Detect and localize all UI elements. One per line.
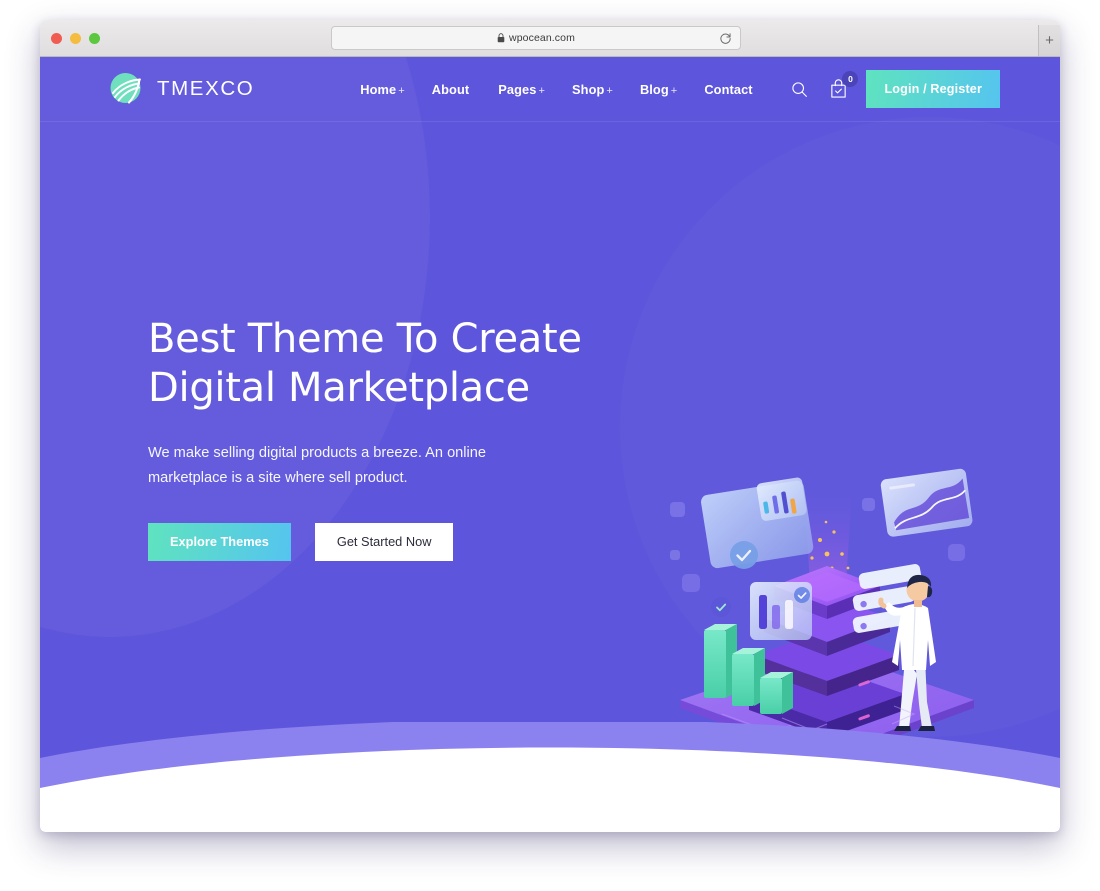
lock-icon	[497, 30, 505, 48]
shopping-bag-check-icon[interactable]: 0	[827, 71, 859, 100]
minimize-window-button[interactable]	[70, 33, 81, 44]
browser-titlebar: wpocean.com +	[40, 20, 1060, 57]
nav-label-contact: Contact	[704, 81, 753, 97]
nav-item-blog[interactable]: Blog +	[640, 82, 677, 97]
brand-logo[interactable]: TMEXCO	[108, 70, 254, 108]
hero-title: Best Theme To Create Digital Marketplace	[148, 315, 708, 413]
tmexco-swoosh-logo-icon	[108, 70, 146, 108]
nav-plus-blog: +	[670, 84, 678, 97]
nav-plus-shop: +	[606, 84, 613, 97]
brand-name: TMEXCO	[157, 77, 255, 100]
nav-label-pages: Pages	[498, 81, 537, 97]
address-bar[interactable]: wpocean.com	[331, 26, 741, 50]
browser-window: wpocean.com + TMEXCO Home + About Pages …	[40, 20, 1060, 832]
search-icon[interactable]	[788, 78, 810, 100]
nav-label-home: Home	[360, 81, 397, 97]
bottom-wave-decoration	[40, 719, 1060, 832]
cart-count-badge: 0	[842, 71, 859, 87]
nav-item-pages[interactable]: Pages +	[498, 82, 545, 97]
hero-subtitle: We make selling digital products a breez…	[148, 444, 487, 486]
nav-item-home[interactable]: Home +	[360, 82, 405, 97]
nav-plus-pages: +	[538, 84, 546, 97]
nav-plus-home: +	[398, 84, 405, 97]
explore-themes-button[interactable]: Explore Themes	[148, 522, 291, 561]
nav-label-about: About	[431, 81, 470, 97]
nav-label-shop: Shop	[572, 81, 605, 97]
main-menu: Home + About Pages + Shop + Blog + Contact	[360, 82, 752, 97]
url-text: wpocean.com	[509, 32, 575, 44]
webpage-viewport: TMEXCO Home + About Pages + Shop + Blog +	[40, 57, 1060, 832]
login-register-button[interactable]: Login / Register	[866, 70, 1000, 108]
reload-icon[interactable]	[719, 32, 732, 50]
hero-title-line2: Digital Marketplace	[148, 364, 530, 411]
nav-item-contact[interactable]: Contact	[704, 82, 752, 97]
get-started-now-button[interactable]: Get Started Now	[314, 522, 454, 561]
close-window-button[interactable]	[51, 33, 62, 44]
isometric-data-server-marketplace-illustration	[662, 462, 992, 762]
hero-title-line1: Best Theme To Create	[148, 316, 582, 362]
new-tab-button[interactable]: +	[1038, 25, 1060, 56]
maximize-window-button[interactable]	[89, 33, 100, 44]
nav-item-about[interactable]: About	[432, 82, 471, 97]
window-controls	[51, 33, 100, 44]
site-navbar: TMEXCO Home + About Pages + Shop + Blog +	[40, 57, 1060, 122]
nav-label-blog: Blog	[639, 81, 669, 97]
navbar-actions: 0 Login / Register	[788, 70, 1000, 108]
nav-item-shop[interactable]: Shop +	[572, 82, 613, 97]
